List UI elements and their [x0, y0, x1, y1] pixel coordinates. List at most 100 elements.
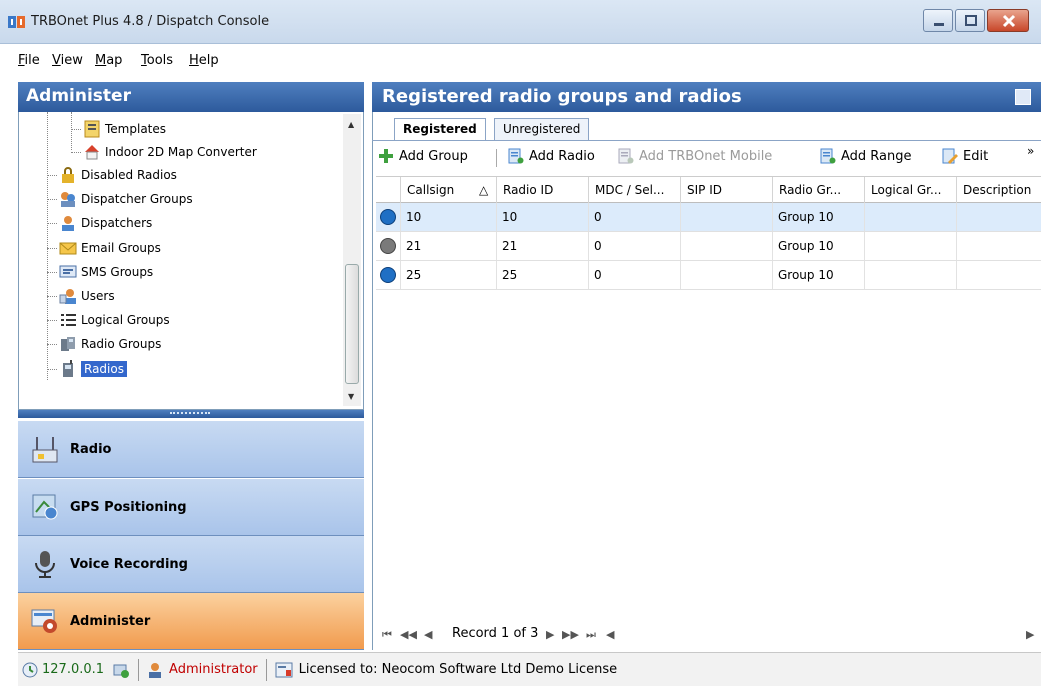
column-header-radio-group[interactable]: Radio Gr...	[772, 177, 864, 203]
nav-button-administer[interactable]: Administer	[18, 593, 364, 650]
column-header-description[interactable]: Description	[956, 177, 1041, 203]
scroll-left-icon[interactable]: ◀	[606, 628, 614, 641]
tree-scrollbar[interactable]: ▲ ▼	[343, 114, 361, 406]
tab-unregistered[interactable]: Unregistered	[494, 118, 590, 140]
add-group-label: Add Group	[399, 148, 468, 164]
add-range-button[interactable]: Add Range	[820, 148, 912, 164]
add-radio-button[interactable]: Add Radio	[508, 148, 595, 164]
add-document-icon	[618, 148, 634, 164]
cell-callsign: 10	[400, 203, 496, 231]
microphone-icon	[35, 551, 55, 578]
scroll-up-arrow-icon[interactable]: ▲	[348, 120, 354, 129]
page-title: Registered radio groups and radios	[382, 86, 742, 107]
tree-item-sms-groups[interactable]: SMS Groups	[47, 261, 153, 283]
add-radio-label: Add Radio	[529, 148, 595, 164]
window-title: TRBOnet Plus 4.8 / Dispatch Console	[31, 14, 270, 29]
tree-item-templates[interactable]: Templates	[71, 118, 166, 140]
cell-radio-group: Group 10	[772, 203, 864, 231]
tab-registered[interactable]: Registered	[394, 118, 486, 141]
tree-item-disabled-radios[interactable]: Disabled Radios	[47, 164, 177, 186]
column-label: SIP ID	[687, 183, 722, 197]
nav-button-label: Radio	[70, 441, 112, 457]
pane-splitter[interactable]	[18, 410, 364, 418]
template-icon	[84, 120, 100, 138]
radio-status-icon	[380, 238, 396, 254]
cell-sip-id	[680, 261, 772, 289]
toolbar-overflow-button[interactable]: »	[1027, 144, 1034, 158]
add-group-button[interactable]: Add Group	[378, 148, 468, 164]
minimize-button[interactable]	[923, 9, 953, 32]
column-label: Description	[963, 183, 1032, 197]
tree-item-label: Radio Groups	[81, 337, 162, 351]
column-label: MDC / Sel...	[595, 183, 665, 197]
menu-view[interactable]: View	[52, 53, 83, 68]
nav-button-gps[interactable]: GPS Positioning	[18, 479, 364, 536]
maximize-button[interactable]	[955, 9, 985, 32]
cell-mdc: 0	[588, 261, 680, 289]
cell-description	[956, 232, 1041, 260]
radio-status-icon	[380, 209, 396, 225]
tree-item-indoor-map[interactable]: Indoor 2D Map Converter	[71, 141, 257, 163]
scroll-thumb[interactable]	[345, 264, 359, 384]
pin-icon[interactable]	[1015, 89, 1031, 105]
column-header-radio-id[interactable]: Radio ID	[496, 177, 588, 203]
column-header-mdc[interactable]: MDC / Sel...	[588, 177, 680, 203]
tree-item-dispatcher-groups[interactable]: Dispatcher Groups	[47, 188, 193, 210]
scroll-down-arrow-icon[interactable]: ▼	[348, 392, 354, 401]
cell-description	[956, 261, 1041, 289]
nav-button-voice-recording[interactable]: Voice Recording	[18, 536, 364, 593]
minimize-icon	[934, 23, 944, 26]
menu-map[interactable]: Map	[95, 53, 122, 68]
tree-item-dispatchers[interactable]: Dispatchers	[47, 212, 152, 234]
menu-help[interactable]: Help	[189, 53, 219, 68]
column-header-callsign[interactable]: Callsign △	[400, 177, 496, 203]
first-record-icon[interactable]: ⏮	[382, 628, 392, 642]
menu-tools[interactable]: Tools	[141, 53, 173, 68]
table-row[interactable]: 21 21 0 Group 10	[376, 232, 1041, 261]
column-label: Logical Gr...	[871, 183, 942, 197]
radio-groups-icon	[61, 337, 75, 351]
prev-page-icon[interactable]: ◀◀	[400, 628, 417, 641]
user-icon	[149, 662, 162, 678]
gps-icon	[32, 494, 58, 520]
nav-button-label: Voice Recording	[70, 556, 188, 572]
connection-icon	[22, 662, 38, 677]
lock-icon	[62, 167, 74, 183]
next-record-icon[interactable]: ▶	[546, 628, 554, 641]
tree-item-label: Disabled Radios	[81, 168, 177, 182]
column-header-sip-id[interactable]: SIP ID	[680, 177, 772, 203]
tree-item-radio-groups[interactable]: Radio Groups	[47, 333, 161, 355]
tree-item-label: Users	[81, 289, 115, 303]
table-row[interactable]: 10 10 0 Group 10	[376, 203, 1041, 232]
tree-item-logical-groups[interactable]: Logical Groups	[47, 309, 170, 331]
cell-logical-group	[864, 203, 956, 231]
tree-item-email-groups[interactable]: Email Groups	[47, 237, 161, 259]
tree-item-label: SMS Groups	[81, 265, 154, 279]
menu-bar: File View Map Tools Help	[0, 51, 1041, 73]
cell-radio-id: 10	[496, 203, 588, 231]
edit-button[interactable]: Edit	[942, 148, 988, 164]
cell-logical-group	[864, 232, 956, 260]
column-header-logical-group[interactable]: Logical Gr...	[864, 177, 956, 203]
close-button[interactable]	[987, 9, 1029, 32]
column-label: Callsign	[407, 183, 455, 197]
tree-item-label: Radios	[81, 361, 127, 377]
email-icon	[59, 242, 77, 255]
left-pane-header: Administer	[18, 82, 364, 112]
scroll-right-icon[interactable]: ▶	[1026, 628, 1034, 641]
sms-icon	[59, 265, 77, 278]
close-icon	[1002, 14, 1016, 28]
tree-item-users[interactable]: Users	[47, 285, 115, 307]
add-mobile-label: Add TRBOnet Mobile	[639, 148, 773, 164]
last-record-icon[interactable]: ⏭	[586, 628, 596, 642]
license-text: Licensed to: Neocom Software Ltd Demo Li…	[298, 662, 618, 677]
prev-record-icon[interactable]: ◀	[424, 628, 432, 641]
next-page-icon[interactable]: ▶▶	[562, 628, 579, 641]
add-trbonet-mobile-button[interactable]: Add TRBOnet Mobile	[618, 148, 772, 164]
table-row[interactable]: 25 25 0 Group 10	[376, 261, 1041, 290]
users-icon	[59, 289, 76, 304]
tree-item-radios[interactable]: Radios	[47, 358, 127, 380]
nav-button-radio[interactable]: Radio	[18, 421, 364, 478]
menu-file[interactable]: File	[18, 53, 40, 68]
list-icon	[61, 314, 76, 326]
